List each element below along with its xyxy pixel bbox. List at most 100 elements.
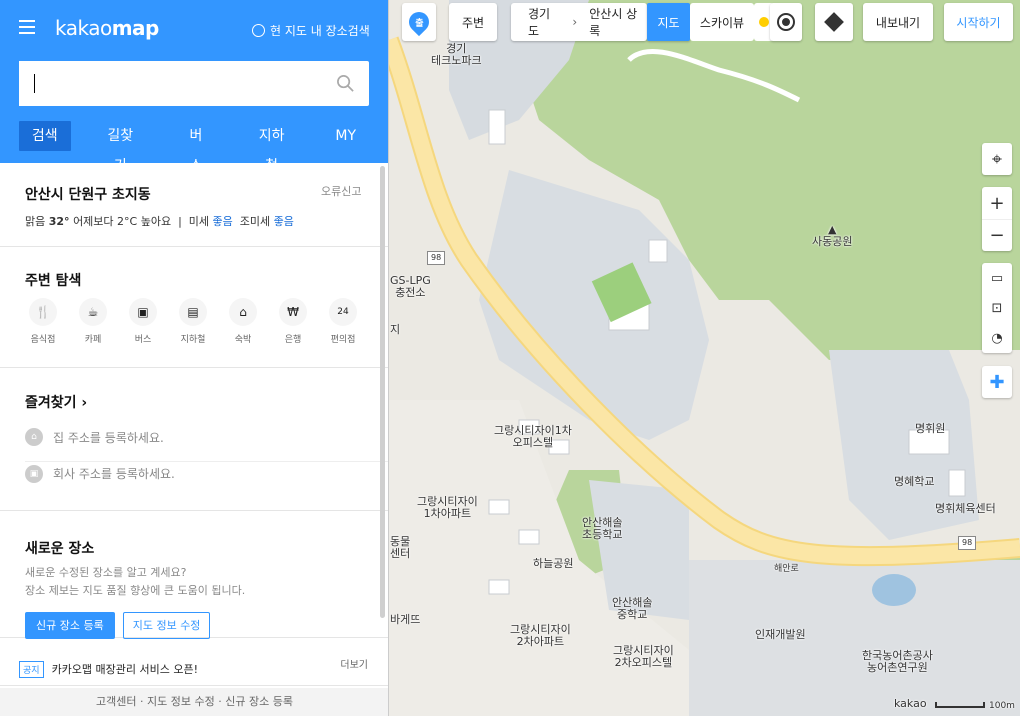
hotel-icon: ⌂ [229,298,257,326]
breadcrumb-province[interactable]: 경기도 [528,5,560,39]
tab-subway[interactable]: 지하철 [240,121,304,174]
store-24-icon: 24 [329,298,357,326]
register-place-button[interactable]: 신규 장소 등록 [25,612,115,639]
map-label-grang2-officetel: 그랑시티자이 2차오피스텔 [613,644,674,669]
category-restaurant[interactable]: 🍴 음식점 [18,298,68,345]
start-button[interactable]: 시작하기 [944,3,1013,41]
add-place-button[interactable]: ✚ [982,366,1012,398]
area-icon[interactable]: ⊡ [982,293,1012,323]
tab-bar: 검색 길찾기 버스 지하철 MY [19,121,388,174]
scale-bar [935,702,985,708]
favorites-title[interactable]: 즐겨찾기 › [25,392,388,412]
layers-button[interactable] [815,3,853,41]
cafe-icon: ☕ [79,298,107,326]
category-label: 카페 [84,335,102,345]
map-label-training-center: 인재개발원 [755,628,806,641]
nearby-button[interactable]: 주변 [449,3,497,41]
text-caret [34,74,35,93]
map-label-grang1-apt: 그랑시티자이 1차아파트 [417,495,478,520]
footer-edit-link[interactable]: 지도 정보 수정 [147,695,215,708]
breadcrumb-city[interactable]: 안산시 상록 [589,5,647,39]
zoom-control: + − [982,187,1012,251]
layers-icon [824,12,844,32]
current-map-search-toggle[interactable]: 현 지도 내 장소검색 [252,22,370,39]
category-cafe[interactable]: ☕ 카페 [68,298,118,345]
new-place-line2: 장소 제보는 지도 품질 향상에 큰 도움이 됩니다. [25,584,246,597]
tab-directions[interactable]: 길찾기 [89,121,153,174]
kakao-watermark: kakao [894,697,927,710]
search-icon[interactable] [336,74,355,93]
more-link[interactable]: 더보기 [340,656,368,671]
footer-register-link[interactable]: 신규 장소 등록 [225,695,293,708]
footer-support-link[interactable]: 고객센터 [96,695,136,708]
tools-control: ▭ ⊡ ◔ [982,263,1012,353]
category-label: 은행 [284,335,302,345]
nearby-section: 주변 탐색 🍴 음식점 ☕ 카페 ▣ 버스 ▤ 지하철 ⌂ 숙박 ₩ 은행 24 편의점 [0,247,388,368]
sidebar-scrollbar[interactable] [380,166,385,618]
add-marker-icon: ✚ [989,371,1005,393]
work-address-row[interactable]: ▣ 회사 주소를 등록하세요. [25,461,388,485]
tab-bus[interactable]: 버스 [170,121,222,174]
map-label-elementary: 안산해솔 초등학교 [582,516,623,541]
category-bank[interactable]: ₩ 은행 [268,298,318,345]
road-shield-98-east: 98 [958,536,977,550]
my-location-button[interactable]: ⌖ [982,143,1012,175]
category-subway[interactable]: ▤ 지하철 [168,298,218,345]
logo-text-bold: map [111,16,160,40]
new-place-line1: 새로운 수정된 장소를 알고 계세요? [25,566,187,579]
logo[interactable]: kakaomap [55,16,159,40]
chevron-right-icon: › [81,395,88,411]
radius-icon[interactable]: ◔ [982,323,1012,353]
tab-search[interactable]: 검색 [19,121,71,151]
tab-my[interactable]: MY [321,121,370,151]
home-icon: ⌂ [25,428,43,446]
footer: 고객센터 · 지도 정보 수정 · 신규 장소 등록 [0,688,388,716]
map-label-middle-school: 안산해솔 중학교 [612,596,653,621]
start-marker-button[interactable]: 출 [402,3,436,41]
category-hotel[interactable]: ⌂ 숙박 [218,298,268,345]
notice-tag: 공지 [19,660,44,678]
breadcrumb: 경기도 › 안산시 상록 [511,3,647,41]
favorites-section: 즐겨찾기 › ⌂ 집 주소를 등록하세요. ▣ 회사 주소를 등록하세요. [0,368,388,511]
notice-text: 카카오맵 매장관리 서비스 오픈! [51,663,199,676]
category-bus[interactable]: ▣ 버스 [118,298,168,345]
map-label-technopark: 경기 테크노파크 [431,42,482,67]
logo-text: kakao [55,16,112,40]
edit-map-info-button[interactable]: 지도 정보 수정 [122,612,211,639]
view-skyview-button[interactable]: 스카이뷰 [690,3,754,41]
map-label-sports-center: 명휘체육센터 [935,502,996,515]
roadview-button[interactable] [770,3,802,41]
category-label: 음식점 [30,335,56,345]
weather-temp: 32° [48,215,70,228]
map-label-myunghye-school: 명혜학교 [894,475,935,488]
search-input[interactable] [19,61,319,106]
road-shield-98: 98 [427,251,446,265]
map-label-fragment: 지 [390,323,401,336]
radio-icon [252,24,265,37]
zoom-in-button[interactable]: + [982,187,1012,219]
start-badge-text: 출 [414,18,424,29]
menu-icon[interactable] [19,20,35,34]
work-address-label: 회사 주소를 등록하세요. [53,467,175,481]
zoom-out-button[interactable]: − [982,219,1012,251]
map-label-animal-center: 동물 센터 [390,535,411,560]
map-label-grang2-apt: 그랑시티자이 2차아파트 [510,623,571,648]
chevron-right-icon: › [572,15,578,29]
crosshair-icon: ⌖ [991,148,1003,170]
view-map-button[interactable]: 지도 [647,3,690,41]
report-error-link[interactable]: 오류신고 [321,183,361,199]
home-address-row[interactable]: ⌂ 집 주소를 등록하세요. [25,425,388,449]
pond [872,574,916,606]
map-label-bakery: 바게뜨 [390,613,421,626]
fine-dust-label: 조미세 [239,215,271,228]
ruler-icon[interactable]: ▭ [982,263,1012,293]
favorites-label: 즐겨찾기 [25,395,77,411]
map-canvas[interactable]: 출 주변 경기도 › 안산시 상록 지도 스카이뷰 내보내기 시작하기 ⌖ + − ▭… [389,0,1020,716]
weather-compare: 어제보다 2°C 높아요 [73,215,172,228]
dust-label: 미세 [188,215,210,228]
footer-sep: · [218,695,222,708]
export-button[interactable]: 내보내기 [863,3,933,41]
bank-icon: ₩ [279,298,307,326]
notice-bar[interactable]: 공지 카카오맵 매장관리 서비스 오픈! 더보기 [0,638,388,686]
category-store[interactable]: 24 편의점 [318,298,368,345]
